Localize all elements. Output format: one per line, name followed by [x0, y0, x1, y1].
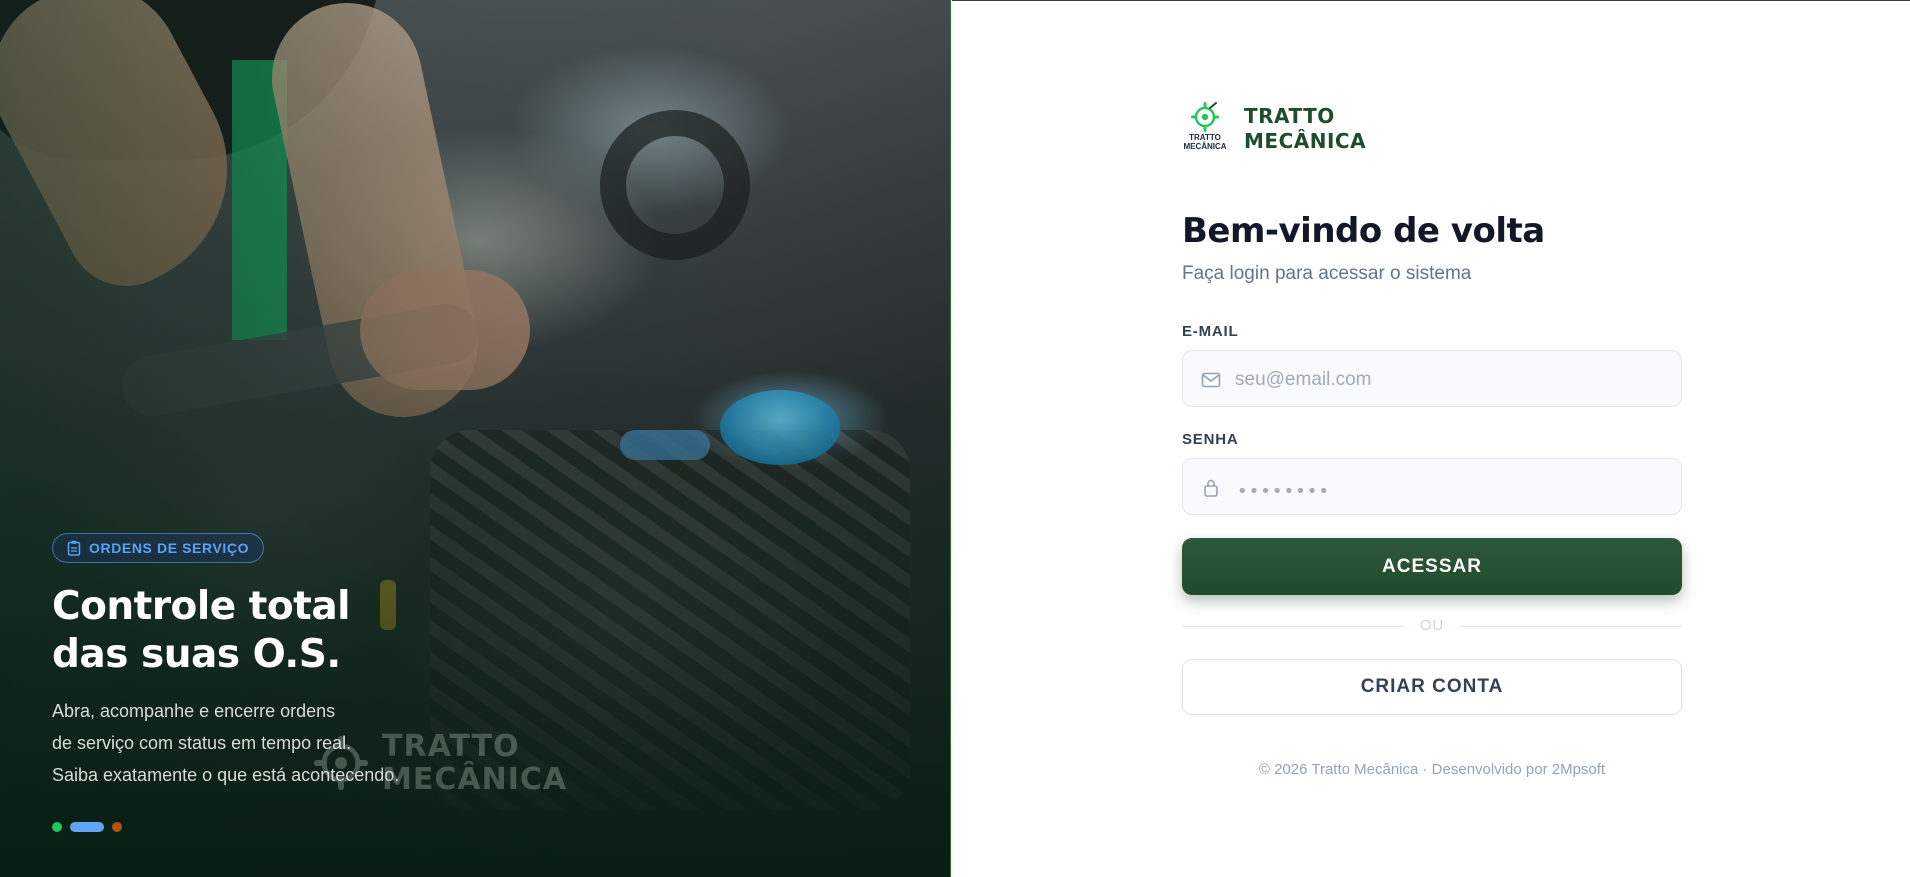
email-label: E-MAIL [1182, 323, 1239, 340]
hero-panel: TRATTO MECÂNICA ORDENS DE SERVIÇO Contro… [0, 0, 951, 877]
create-account-button[interactable]: CRIAR CONTA [1182, 659, 1682, 715]
brand-name: TRATTO MECÂNICA [1244, 104, 1366, 154]
badge-label: ORDENS DE SERVIÇO [89, 540, 250, 556]
hero-title-line1: Controle total [52, 584, 351, 629]
gear-icon [1191, 102, 1219, 132]
hero-title: Controle total das suas O.S. [52, 583, 572, 679]
page-subtitle: Faça login para acessar o sistema [1182, 263, 1472, 284]
password-label: SENHA [1182, 431, 1239, 448]
divider-label: OU [1403, 617, 1461, 634]
hero-content: ORDENS DE SERVIÇO Controle total das sua… [52, 533, 572, 791]
hero-title-line2: das suas O.S. [52, 632, 341, 677]
carousel-dot-2[interactable] [70, 822, 104, 832]
carousel-dot-1[interactable] [52, 822, 62, 832]
lock-icon [1204, 479, 1218, 497]
hero-desc-line2: de serviço com status em tempo real. [52, 733, 352, 753]
brand-logo-text-line2: MECÂNICA [1183, 142, 1227, 151]
mail-icon [1201, 372, 1221, 388]
hero-description: Abra, acompanhe e encerre ordens de serv… [52, 695, 572, 791]
hero-desc-line3: Saiba exatamente o que está acontecendo. [52, 765, 400, 785]
email-field[interactable] [1182, 350, 1682, 408]
login-button[interactable]: ACESSAR [1182, 538, 1682, 595]
login-panel: TRATTO MECÂNICA TRATTO MECÂNICA Bem-vind… [952, 0, 1910, 877]
brand-logo-text-line1: TRATTO [1189, 133, 1221, 142]
divider: OU [1182, 617, 1682, 637]
brand-name-line1: TRATTO [1244, 104, 1335, 128]
section-badge: ORDENS DE SERVIÇO [52, 533, 265, 563]
password-field[interactable]: •••••••• [1182, 458, 1682, 515]
carousel-dot-3[interactable] [112, 822, 122, 832]
clipboard-icon [67, 540, 81, 556]
carousel-indicators [52, 822, 122, 832]
brand-name-line2: MECÂNICA [1244, 129, 1367, 153]
footer: © 2026 Tratto Mecânica · Desenvolvido po… [1258, 761, 1606, 778]
divider-text: OU [1182, 617, 1682, 634]
password-input[interactable]: •••••••• [1237, 481, 1330, 502]
hero-desc-line1: Abra, acompanhe e encerre ordens [52, 701, 336, 721]
page-title: Bem-vindo de volta [1182, 211, 1545, 251]
brand-logo: TRATTO MECÂNICA [1182, 101, 1228, 157]
brand: TRATTO MECÂNICA TRATTO MECÂNICA [1182, 101, 1366, 157]
email-input[interactable] [1235, 351, 1665, 408]
